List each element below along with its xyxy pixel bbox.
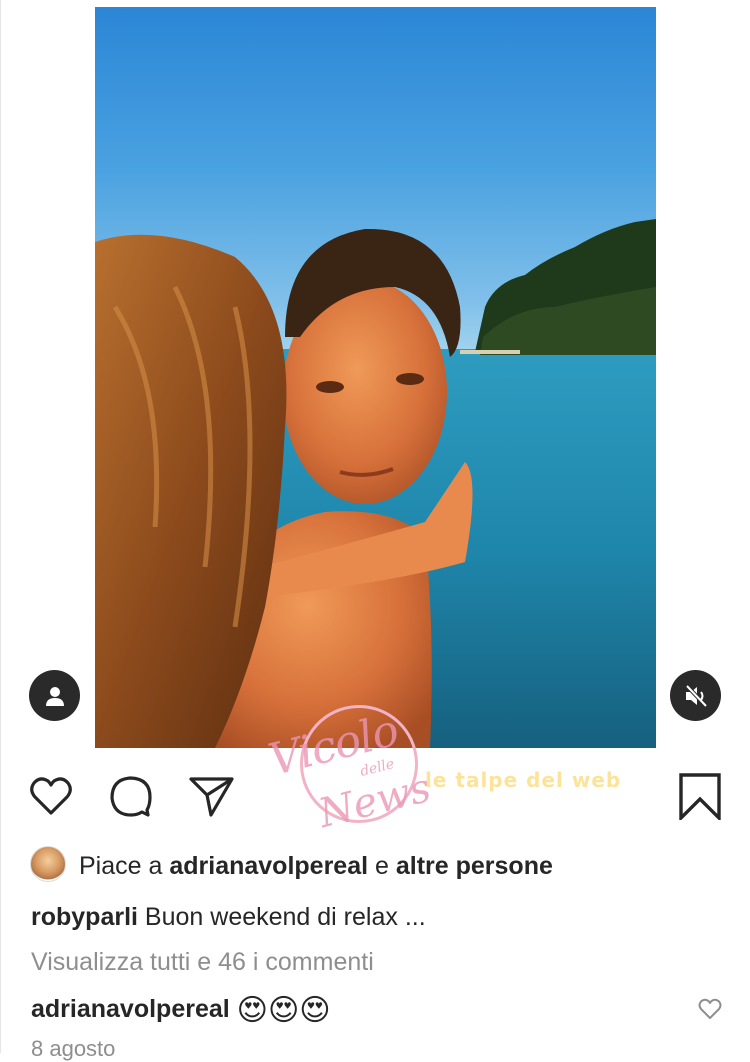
post-caption: robyparli Buon weekend di relax ... (31, 902, 426, 932)
likes-conj: e (368, 852, 396, 880)
save-button[interactable] (676, 772, 724, 823)
watermark-secondary: le talpe del web (425, 768, 622, 792)
likes-others-link[interactable]: altre persone (396, 852, 553, 880)
caption-username[interactable]: robyparli (31, 903, 138, 931)
paper-plane-icon (189, 777, 234, 817)
comment-row: adrianavolpereal 😍😍😍 (31, 992, 331, 1028)
likes-user-link[interactable]: adrianavolpereal (169, 852, 368, 880)
likes-prefix: Piace a (79, 852, 170, 880)
comment-bubble-icon (110, 776, 152, 817)
heart-icon (30, 777, 72, 815)
like-button[interactable] (27, 772, 75, 820)
comment-username[interactable]: adrianavolpereal (31, 995, 230, 1023)
post-photo[interactable] (95, 7, 656, 748)
likes-line[interactable]: Piace a adrianavolpereal e altre persone (79, 851, 553, 881)
liker-avatar[interactable] (30, 846, 66, 882)
comment-button[interactable] (107, 772, 155, 820)
tag-people-button[interactable] (29, 670, 80, 721)
small-heart-icon (698, 998, 722, 1019)
speaker-muted-icon (685, 684, 707, 707)
mute-button[interactable] (670, 670, 721, 721)
caption-text: Buon weekend di relax ... (137, 903, 426, 931)
page-edge (0, 0, 1, 1053)
post-date: 8 agosto (31, 1036, 116, 1061)
person-icon (45, 686, 64, 706)
share-button[interactable] (187, 772, 235, 820)
comment-like-button[interactable] (697, 996, 723, 1022)
bookmark-icon (679, 773, 721, 823)
comment-text: 😍😍😍 (236, 993, 331, 1028)
photo-scene (95, 219, 656, 748)
view-all-comments-link[interactable]: Visualizza tutti e 46 i commenti (31, 947, 374, 977)
